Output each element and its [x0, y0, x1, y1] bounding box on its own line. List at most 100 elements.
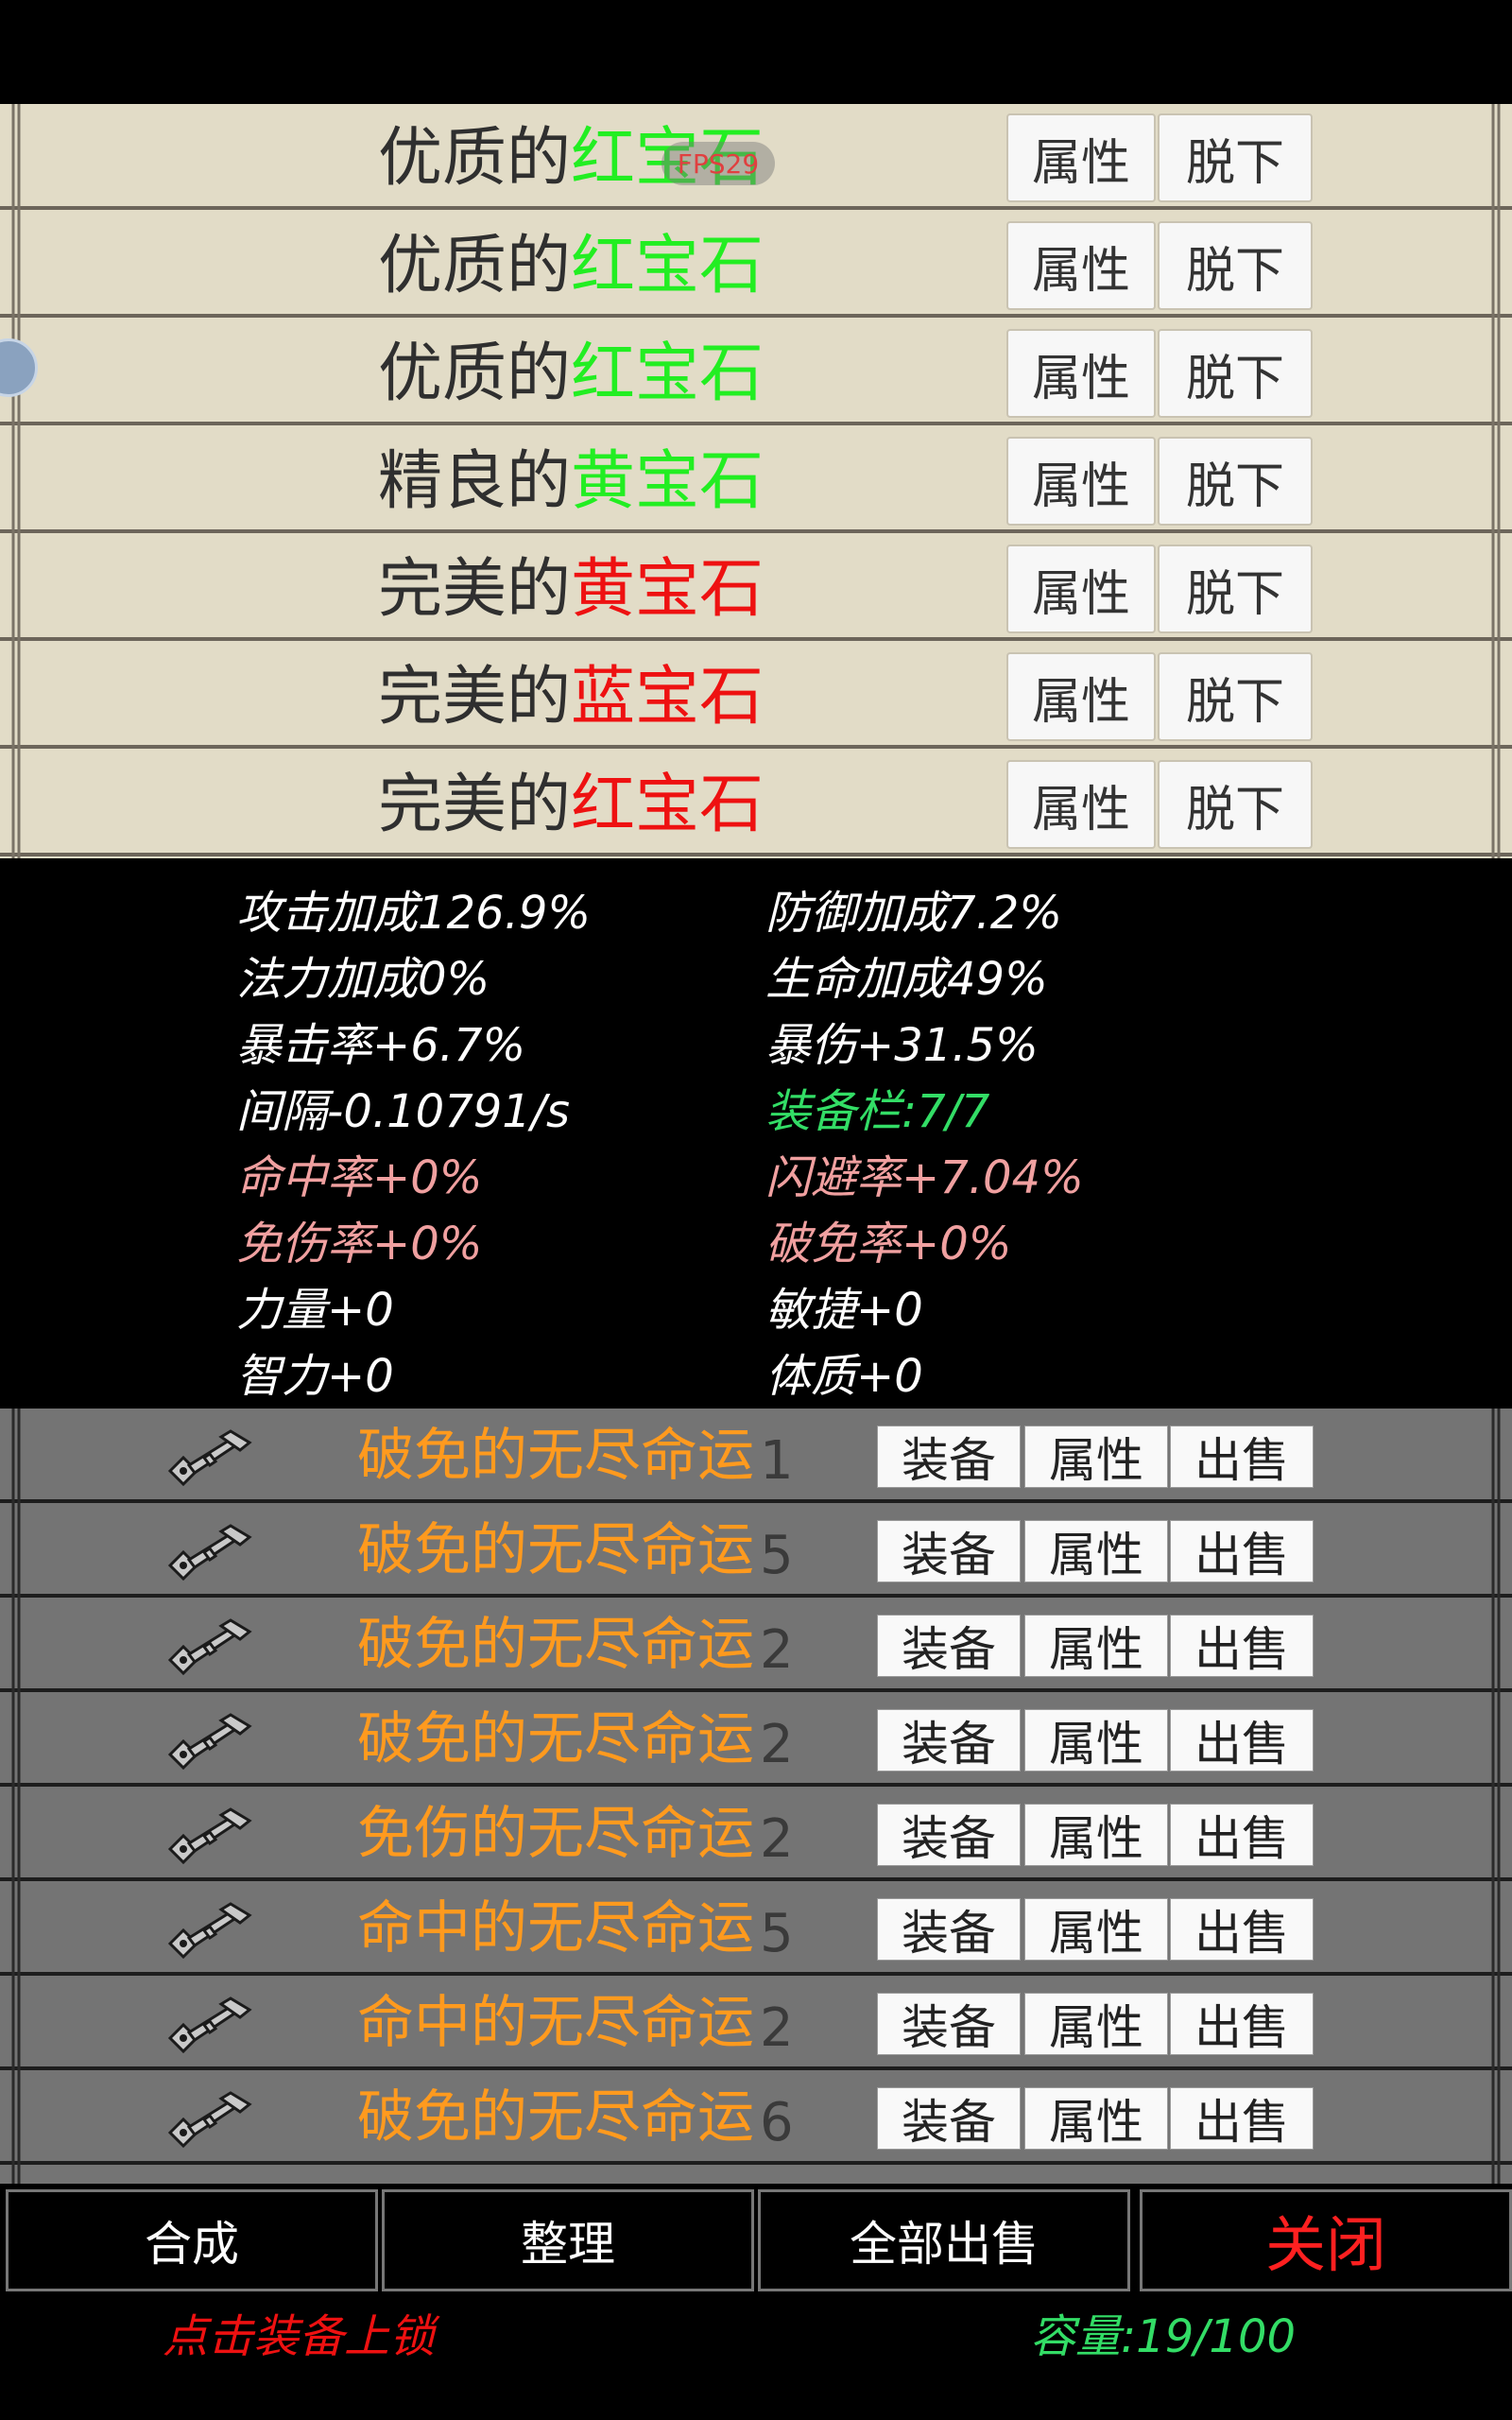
stat-right-3: 装备栏:7/7: [765, 1085, 990, 1138]
bag-item-name[interactable]: 破免的无尽命运: [357, 1696, 754, 1783]
bag-item-count: 2: [760, 1997, 794, 2059]
sell-button[interactable]: 出售: [1170, 1615, 1314, 1677]
equipped-gem-name[interactable]: 优质的红宝石: [378, 219, 764, 314]
item-attributes-button[interactable]: 属性: [1024, 1426, 1168, 1488]
stat-right-6: 敏捷+0: [765, 1284, 923, 1337]
unequip-button[interactable]: 脱下: [1158, 113, 1313, 202]
item-attributes-button[interactable]: 属性: [1024, 1898, 1168, 1961]
unequip-button[interactable]: 脱下: [1158, 760, 1313, 849]
key-icon: [163, 1429, 257, 1487]
gem-quality: 完美的: [378, 660, 572, 735]
sell-button[interactable]: 出售: [1170, 1520, 1314, 1582]
unequip-button[interactable]: 脱下: [1158, 437, 1313, 526]
stat-right-2: 暴伤+31.5%: [765, 1019, 1039, 1072]
bag-item-row: 破免的无尽命运 6 装备 属性 出售: [0, 2070, 1512, 2165]
item-attributes-button[interactable]: 属性: [1024, 1804, 1168, 1866]
bag-item-row: 命中的无尽命运 2 装备 属性 出售: [0, 1976, 1512, 2070]
sell-button[interactable]: 出售: [1170, 1898, 1314, 1961]
gem-attributes-button[interactable]: 属性: [1006, 760, 1156, 849]
unequip-button[interactable]: 脱下: [1158, 221, 1313, 310]
bag-item-count: 2: [760, 1619, 794, 1681]
equipped-gem-name[interactable]: 完美的黄宝石: [378, 543, 764, 637]
key-icon: [163, 1713, 257, 1771]
unequip-button[interactable]: 脱下: [1158, 652, 1313, 741]
bag-item-row: 命中的无尽命运 5 装备 属性 出售: [0, 1881, 1512, 1976]
sell-button[interactable]: 出售: [1170, 1709, 1314, 1772]
equip-button[interactable]: 装备: [877, 1898, 1021, 1961]
gem-quality: 精良的: [378, 444, 572, 519]
gem-type: 蓝宝石: [571, 660, 765, 735]
organize-button[interactable]: 整理: [382, 2189, 754, 2291]
gem-quality: 完美的: [378, 552, 572, 627]
bag-item-count: 2: [760, 1808, 794, 1870]
sell-button[interactable]: 出售: [1170, 2087, 1314, 2150]
item-attributes-button[interactable]: 属性: [1024, 1615, 1168, 1677]
bag-item-name[interactable]: 破免的无尽命运: [357, 2074, 754, 2161]
equipped-gem-row: 完美的黄宝石 属性 脱下: [0, 535, 1512, 643]
gem-attributes-button[interactable]: 属性: [1006, 544, 1156, 633]
equip-button[interactable]: 装备: [877, 1993, 1021, 2055]
equipped-gem-row: 优质的红宝石 属性 脱下: [0, 320, 1512, 427]
gem-attributes-button[interactable]: 属性: [1006, 329, 1156, 418]
stat-right-1: 生命加成49%: [765, 953, 1048, 1006]
close-button[interactable]: 关闭: [1140, 2189, 1512, 2291]
bag-item-name[interactable]: 破免的无尽命运: [357, 1412, 754, 1499]
stat-left-7: 智力+0: [236, 1350, 394, 1403]
bag-item-count: 6: [760, 2092, 794, 2153]
bag-item-name[interactable]: 免伤的无尽命运: [357, 1790, 754, 1877]
equipped-gem-row: 完美的红宝石 属性 脱下: [0, 751, 1512, 858]
bag-item-name[interactable]: 破免的无尽命运: [357, 1507, 754, 1594]
gem-type: 黄宝石: [571, 552, 765, 627]
bag-item-count: 5: [760, 1525, 794, 1586]
bag-item-row: 破免的无尽命运 2 装备 属性 出售: [0, 1692, 1512, 1787]
stat-left-0: 攻击加成126.9%: [236, 887, 592, 940]
sell-button[interactable]: 出售: [1170, 1993, 1314, 2055]
equip-button[interactable]: 装备: [877, 1426, 1021, 1488]
stat-right-4: 闪避率+7.04%: [765, 1151, 1084, 1204]
stat-right-0: 防御加成7.2%: [765, 887, 1062, 940]
synthesize-button[interactable]: 合成: [6, 2189, 378, 2291]
gem-attributes-button[interactable]: 属性: [1006, 221, 1156, 310]
lock-hint-text: 点击装备上锁: [163, 2310, 436, 2363]
item-attributes-button[interactable]: 属性: [1024, 2087, 1168, 2150]
bag-item-name[interactable]: 破免的无尽命运: [357, 1601, 754, 1688]
sell-all-button[interactable]: 全部出售: [758, 2189, 1130, 2291]
fps-badge: FPS29: [662, 142, 775, 185]
equip-button[interactable]: 装备: [877, 1709, 1021, 1772]
stat-left-1: 法力加成0%: [236, 953, 490, 1006]
gem-attributes-button[interactable]: 属性: [1006, 652, 1156, 741]
unequip-button[interactable]: 脱下: [1158, 329, 1313, 418]
unequip-button[interactable]: 脱下: [1158, 544, 1313, 633]
bag-capacity: 容量:19/100: [1030, 2310, 1297, 2363]
bag-item-name[interactable]: 命中的无尽命运: [357, 1885, 754, 1972]
equipped-gem-name[interactable]: 精良的黄宝石: [378, 435, 764, 529]
bag-panel: 破免的无尽命运 1 装备 属性 出售 破免的无尽命运 5 装备 属性 出售 破免的无尽命运 2 装备 属性…: [0, 1409, 1512, 2184]
sell-button[interactable]: 出售: [1170, 1804, 1314, 1866]
sell-button[interactable]: 出售: [1170, 1426, 1314, 1488]
equip-button[interactable]: 装备: [877, 1615, 1021, 1677]
gem-type: 红宝石: [571, 337, 765, 411]
gem-attributes-button[interactable]: 属性: [1006, 113, 1156, 202]
bag-item-row: 破免的无尽命运 2 装备 属性 出售: [0, 1598, 1512, 1692]
bag-item-row: 免伤的无尽命运 2 装备 属性 出售: [0, 1787, 1512, 1881]
gem-attributes-button[interactable]: 属性: [1006, 437, 1156, 526]
equip-button[interactable]: 装备: [877, 2087, 1021, 2150]
stat-left-6: 力量+0: [236, 1284, 394, 1337]
stat-left-2: 暴击率+6.7%: [236, 1019, 526, 1072]
item-attributes-button[interactable]: 属性: [1024, 1709, 1168, 1772]
equipped-gem-name[interactable]: 完美的蓝宝石: [378, 650, 764, 745]
bag-item-name[interactable]: 命中的无尽命运: [357, 1979, 754, 2066]
key-icon: [163, 1807, 257, 1865]
equipped-gem-name[interactable]: 完美的红宝石: [378, 758, 764, 853]
equip-button[interactable]: 装备: [877, 1804, 1021, 1866]
equipped-gem-name[interactable]: 优质的红宝石: [378, 327, 764, 422]
gem-quality: 优质的: [378, 337, 572, 411]
item-attributes-button[interactable]: 属性: [1024, 1520, 1168, 1582]
key-icon: [163, 1996, 257, 2054]
item-attributes-button[interactable]: 属性: [1024, 1993, 1168, 2055]
equip-button[interactable]: 装备: [877, 1520, 1021, 1582]
bag-item-count: 2: [760, 1714, 794, 1775]
stat-right-5: 破免率+0%: [765, 1218, 1012, 1270]
bag-item-row: 破免的无尽命运 5 装备 属性 出售: [0, 1503, 1512, 1598]
gem-quality: 完美的: [378, 768, 572, 842]
